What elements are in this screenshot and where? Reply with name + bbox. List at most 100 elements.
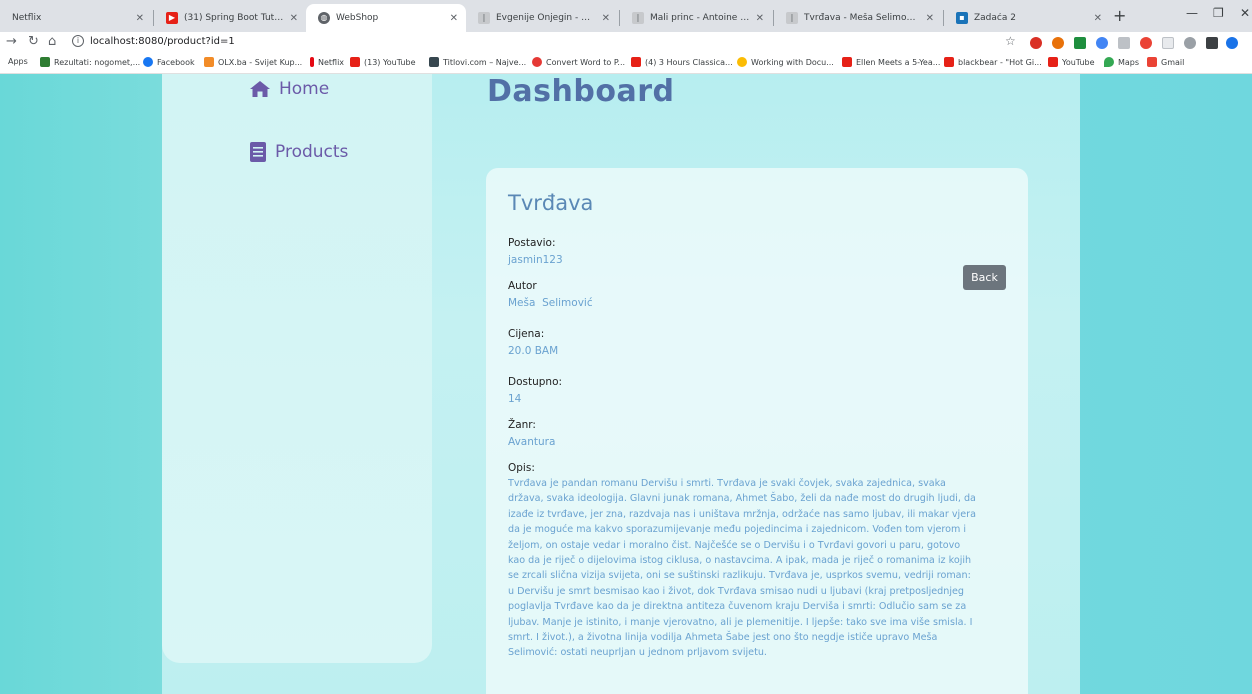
bookmark-ellen[interactable]: Ellen Meets a 5-Yea...: [842, 57, 940, 67]
sidebar-item-home[interactable]: Home: [249, 79, 329, 99]
forward-icon[interactable]: →: [6, 34, 17, 49]
back-button[interactable]: Back: [963, 265, 1006, 290]
bookstore-icon: |: [786, 12, 798, 24]
olx-icon: [204, 57, 214, 67]
bookmark-label: Gmail: [1161, 57, 1185, 67]
home-icon[interactable]: ⌂: [48, 34, 56, 49]
tab-tvrdava[interactable]: | Tvrđava - Meša Selimović | Knjigu ✕: [774, 4, 942, 32]
info-icon[interactable]: i: [72, 35, 84, 47]
minimize-icon[interactable]: —: [1186, 6, 1198, 20]
bookmark-rezultati[interactable]: Rezultati: nogomet,...: [40, 57, 140, 67]
bookmark-facebook[interactable]: Facebook: [143, 57, 195, 67]
close-icon[interactable]: ✕: [136, 13, 144, 24]
tab-netflix[interactable]: Netflix ✕: [0, 4, 152, 32]
close-icon[interactable]: ✕: [290, 13, 298, 24]
gmail-icon: [1147, 57, 1157, 67]
titlovi-icon: [429, 57, 439, 67]
extension-icon[interactable]: [1096, 37, 1108, 49]
puzzle-icon[interactable]: [1206, 37, 1218, 49]
bookmark-label: (4) 3 Hours Classica...: [645, 57, 733, 67]
docs-icon: [737, 57, 747, 67]
author-label: Autor: [508, 280, 537, 292]
tab-mali-princ[interactable]: | Mali princ - Antoine De Saint Exu ✕: [620, 4, 772, 32]
convert-icon: [532, 57, 542, 67]
bookmark-label: Working with Docu...: [751, 57, 834, 67]
availability-value: 14: [508, 393, 522, 405]
tab-evgenije-onjegin[interactable]: | Evgenije Onjegin - Aleksandar Pu ✕: [466, 4, 618, 32]
extension-icon[interactable]: [1074, 37, 1086, 49]
price-label: Cijena:: [508, 328, 545, 340]
genre-value: Avantura: [508, 436, 556, 448]
sidebar-item-label: Products: [275, 142, 349, 162]
bookmark-maps[interactable]: Maps: [1104, 57, 1139, 67]
genre-label: Žanr:: [508, 419, 536, 431]
extension-icon[interactable]: [1118, 37, 1130, 49]
youtube-icon: [842, 57, 852, 67]
close-window-icon[interactable]: ✕: [1240, 6, 1250, 20]
address-bar: → ↻ ⌂ i localhost:8080/product?id=1 ☆: [0, 32, 1252, 54]
youtube-icon: [631, 57, 641, 67]
bookmark-titlovi[interactable]: Titlovi.com – Najve...: [429, 57, 526, 67]
sidebar-item-label: Home: [279, 79, 330, 99]
url-field[interactable]: localhost:8080/product?id=1: [90, 36, 235, 47]
tab-zadaca[interactable]: ▪ Zadaća 2 ✕: [944, 4, 1110, 32]
extension-icon[interactable]: [1162, 37, 1174, 49]
bookmark-gmail[interactable]: Gmail: [1147, 57, 1184, 67]
close-icon[interactable]: ✕: [450, 13, 458, 24]
netflix-icon: [310, 57, 314, 67]
sidebar-item-products[interactable]: Products: [249, 141, 348, 163]
new-tab-icon[interactable]: +: [1113, 6, 1126, 25]
reload-icon[interactable]: ↻: [28, 34, 39, 49]
bookmark-label: Convert Word to P...: [546, 57, 626, 67]
bookmark-label: Maps: [1118, 57, 1140, 67]
availability-label: Dostupno:: [508, 376, 563, 388]
bookstore-icon: |: [478, 12, 490, 24]
bookmark-label: YouTube: [1062, 57, 1095, 67]
bookmark-working-docu[interactable]: Working with Docu...: [737, 57, 834, 67]
product-title: Tvrđava: [508, 191, 594, 215]
tab-title: Netflix: [12, 13, 42, 23]
tab-spring-boot[interactable]: ▶ (31) Spring Boot Tutorials | Full C ✕: [154, 4, 306, 32]
bookmark-netflix[interactable]: Netflix: [310, 57, 344, 67]
bookmark-star-icon[interactable]: ☆: [1005, 34, 1016, 48]
author-value: Meša Selimović: [508, 297, 593, 309]
close-icon[interactable]: ✕: [1094, 13, 1102, 24]
bookmark-classical[interactable]: (4) 3 Hours Classica...: [631, 57, 733, 67]
bookmark-olx[interactable]: OLX.ba - Svijet Kup...: [204, 57, 302, 67]
bookmark-apps[interactable]: Apps: [8, 57, 28, 66]
tab-webshop[interactable]: ◍ WebShop ✕: [306, 4, 466, 32]
bookmark-youtube[interactable]: YouTube: [1048, 57, 1095, 67]
tab-title: Evgenije Onjegin - Aleksandar Pu: [496, 13, 596, 23]
browser-tab-strip: Netflix ✕ ▶ (31) Spring Boot Tutorials |…: [0, 0, 1252, 32]
classroom-icon: ▪: [956, 12, 968, 24]
maps-icon: [1104, 57, 1114, 67]
bookmark-label: (13) YouTube: [364, 57, 416, 67]
bookmark-label: Titlovi.com – Najve...: [443, 57, 527, 67]
youtube-icon: [944, 57, 954, 67]
posted-by-value: jasmin123: [508, 254, 563, 266]
bookmark-youtube-13[interactable]: (13) YouTube: [350, 57, 416, 67]
rezultati-icon: [40, 57, 50, 67]
profile-avatar-icon[interactable]: [1226, 37, 1238, 49]
page-title: Dashboard: [487, 74, 675, 109]
maximize-icon[interactable]: ❐: [1213, 6, 1224, 20]
close-icon[interactable]: ✕: [602, 13, 610, 24]
close-icon[interactable]: ✕: [926, 13, 934, 24]
youtube-icon: ▶: [166, 12, 178, 24]
globe-icon: ◍: [318, 12, 330, 24]
adblock-extension-icon[interactable]: [1030, 37, 1042, 49]
home-icon: [250, 81, 270, 97]
extension-icon[interactable]: [1184, 37, 1196, 49]
bookmark-label: Netflix: [318, 57, 345, 67]
posted-by-label: Postavio:: [508, 237, 556, 249]
youtube-icon: [350, 57, 360, 67]
bookmark-label: OLX.ba - Svijet Kup...: [218, 57, 303, 67]
extension-icon[interactable]: [1140, 37, 1152, 49]
tab-title: Mali princ - Antoine De Saint Exu: [650, 13, 750, 23]
bookmark-label: Ellen Meets a 5-Yea...: [856, 57, 941, 67]
facebook-icon: [143, 57, 153, 67]
bookmark-convert-word[interactable]: Convert Word to P...: [532, 57, 625, 67]
bookmark-blackbear[interactable]: blackbear - "Hot Gi...: [944, 57, 1042, 67]
close-icon[interactable]: ✕: [756, 13, 764, 24]
extension-icon[interactable]: [1052, 37, 1064, 49]
